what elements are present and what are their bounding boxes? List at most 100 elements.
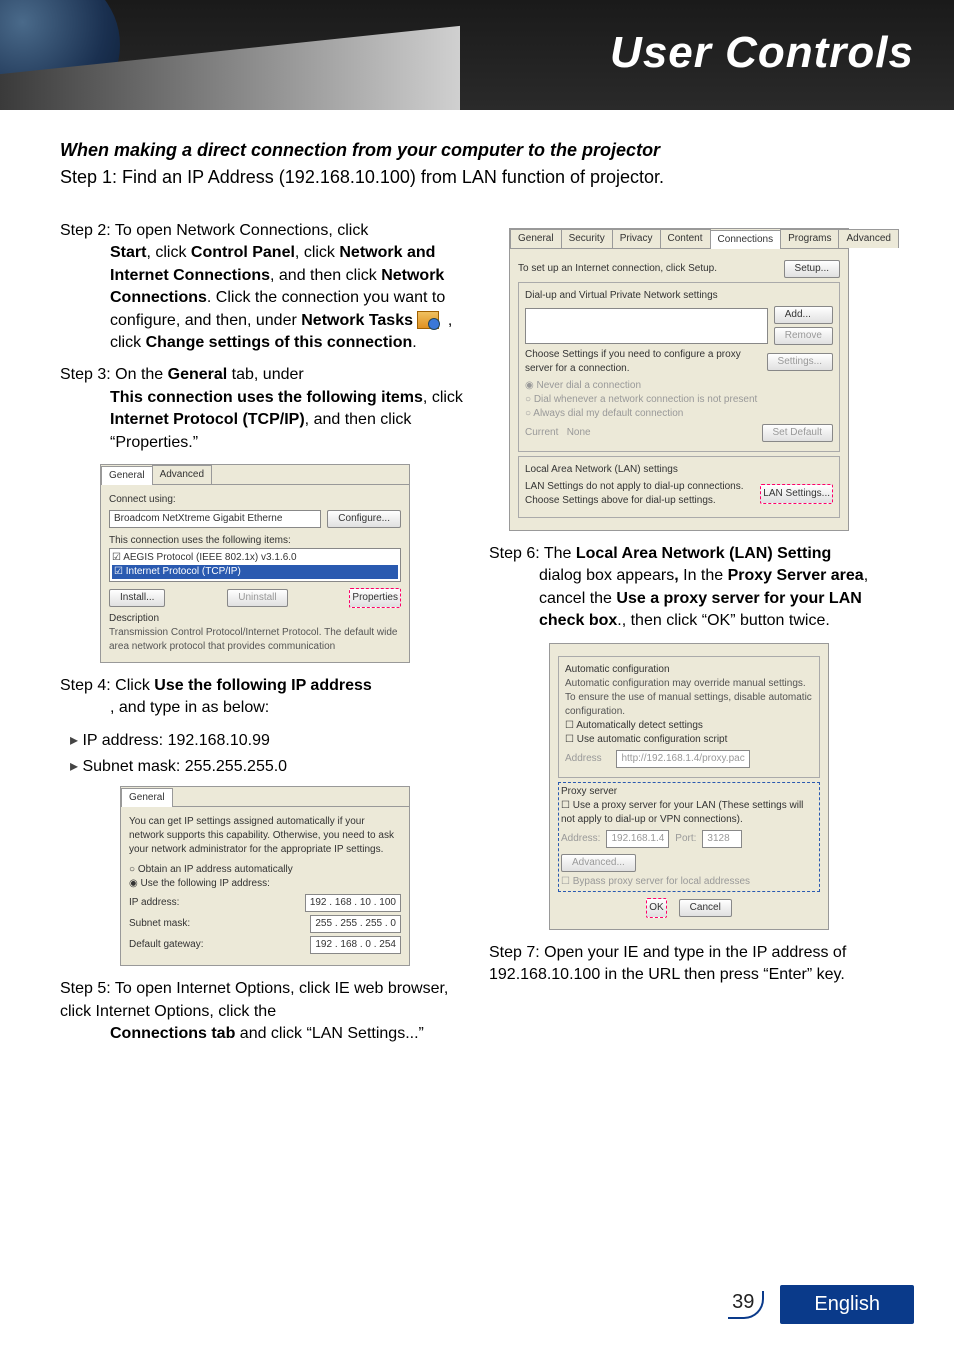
script-addr-label: Address [565, 752, 602, 766]
proxy-port-input[interactable]: 3128 [702, 830, 742, 848]
radio-always-dial[interactable]: Always dial my default connection [525, 407, 833, 421]
left-column: Step 2: To open Network Connections, cli… [60, 220, 465, 1056]
step-7: Step 7: Open your IE and type in the IP … [489, 942, 894, 987]
right-column: General Security Privacy Content Connect… [489, 220, 894, 1056]
step2-text: Step 2: To open Network Connections, cli… [60, 222, 368, 239]
label-gateway: Default gateway: [129, 938, 204, 952]
autoconf-label: Automatic configuration [565, 663, 813, 677]
cancel-button[interactable]: Cancel [679, 899, 732, 917]
input-gateway[interactable]: 192 . 168 . 0 . 254 [310, 936, 401, 954]
tab-io-advanced[interactable]: Advanced [838, 229, 898, 248]
step7-text: Step 7: Open your IE and type in the IP … [489, 944, 846, 983]
add-button[interactable]: Add... [774, 306, 833, 324]
step3-lead: Step 3: On the [60, 366, 168, 383]
check-detect[interactable]: Automatically detect settings [565, 719, 813, 733]
label-mask: Subnet mask: [129, 917, 190, 931]
step-4: Step 4: Click Use the following IP addre… [60, 675, 465, 720]
language-badge: English [780, 1285, 914, 1324]
ip-help-text: You can get IP settings assigned automat… [129, 815, 401, 857]
t: , click [295, 244, 339, 261]
radio-dial-when[interactable]: Dial whenever a network connection is no… [525, 393, 833, 407]
check-script[interactable]: Use automatic configuration script [565, 733, 813, 747]
screenshot-internet-options: General Security Privacy Content Connect… [509, 228, 849, 531]
t: . [412, 334, 416, 351]
step5-tail: and click “LAN Settings...” [235, 1025, 424, 1042]
label-connect-using: Connect using: [109, 493, 401, 507]
install-button[interactable]: Install... [109, 589, 165, 607]
description-text: Transmission Control Protocol/Internet P… [109, 626, 401, 654]
properties-button[interactable]: Properties [349, 588, 401, 608]
adapter-field[interactable]: Broadcom NetXtreme Gigabit Etherne [109, 510, 321, 528]
t: , click [146, 244, 190, 261]
radio-never-dial[interactable]: Never dial a connection [525, 379, 833, 393]
current-none: None [567, 427, 591, 438]
tab-general-ip[interactable]: General [121, 788, 173, 807]
setup-button[interactable]: Setup... [784, 260, 840, 278]
tab-general[interactable]: General [101, 466, 153, 485]
tab-io-content[interactable]: Content [660, 229, 711, 248]
bullet-ip: IP address: 192.168.10.99 [60, 730, 465, 752]
remove-button[interactable]: Remove [774, 327, 833, 345]
choose-text: Choose Settings if you need to configure… [525, 348, 761, 376]
uninstall-button[interactable]: Uninstall [227, 589, 287, 607]
t: , and then click [270, 267, 381, 284]
kw-use-ip: Use the following IP address [154, 677, 372, 694]
check-bypass[interactable]: Bypass proxy server for local addresses [561, 875, 817, 889]
kw-network-tasks: Network Tasks [301, 312, 413, 329]
kw-general: General [168, 366, 228, 383]
t: dialog box appears [539, 567, 674, 584]
autoconf-text: Automatic configuration may override man… [565, 677, 813, 719]
t: ., then click “OK” button twice. [617, 612, 830, 629]
settings-button[interactable]: Settings... [767, 353, 833, 371]
dialup-list[interactable] [525, 308, 768, 344]
step-2: Step 2: To open Network Connections, cli… [60, 220, 465, 354]
intro-step1: Step 1: Find an IP Address (192.168.10.1… [60, 167, 894, 188]
kw-connections-tab: Connections tab [110, 1025, 235, 1042]
item-tcpip[interactable]: Internet Protocol (TCP/IP) [112, 565, 398, 579]
advanced-button[interactable]: Advanced... [561, 854, 636, 872]
step6-lead: Step 6: The [489, 545, 576, 562]
step4-tail: , and type in as below: [110, 699, 269, 716]
step5-lead: Step 5: To open Internet Options, click … [60, 980, 448, 1019]
tab-io-programs[interactable]: Programs [780, 229, 839, 248]
kw-lan-setting: Local Area Network (LAN) Setting [576, 545, 831, 562]
label-uses-items: This connection uses the following items… [109, 534, 401, 548]
screenshot-lan-settings: Automatic configuration Automatic config… [549, 643, 829, 930]
input-mask[interactable]: 255 . 255 . 255 . 0 [310, 915, 401, 933]
proxy-label: Proxy server [561, 785, 817, 799]
current-label: Current [525, 427, 558, 438]
configure-button[interactable]: Configure... [327, 510, 401, 528]
kw-control-panel: Control Panel [191, 244, 295, 261]
bullet-mask: Subnet mask: 255.255.255.0 [60, 756, 465, 778]
proxy-port-label: Port: [675, 832, 696, 846]
ok-button[interactable]: OK [646, 898, 666, 918]
check-use-proxy[interactable]: Use a proxy server for your LAN (These s… [561, 799, 817, 827]
kw-proxy-area: Proxy Server area [728, 567, 864, 584]
kw-conn-items: This connection uses the following items [110, 389, 423, 406]
page-footer: 39 English [728, 1285, 914, 1324]
item-aegis[interactable]: AEGIS Protocol (IEEE 802.1x) v3.1.6.0 [112, 551, 398, 565]
items-listbox[interactable]: AEGIS Protocol (IEEE 802.1x) v3.1.6.0 In… [109, 548, 401, 582]
tab-io-connections[interactable]: Connections [710, 230, 782, 249]
set-default-button[interactable]: Set Default [762, 424, 833, 442]
lan-settings-button[interactable]: LAN Settings... [760, 484, 833, 504]
step-3: Step 3: On the General tab, under This c… [60, 364, 465, 454]
radio-auto-ip[interactable]: Obtain an IP address automatically [129, 863, 401, 877]
radio-use-ip[interactable]: Use the following IP address: [129, 877, 401, 891]
tab-advanced[interactable]: Advanced [152, 465, 212, 484]
script-addr-input[interactable]: http://192.168.1.4/proxy.pac [616, 750, 749, 768]
t: tab, under [227, 366, 304, 383]
input-ip[interactable]: 192 . 168 . 10 . 100 [305, 894, 401, 912]
setup-text: To set up an Internet connection, click … [518, 262, 778, 276]
intro-heading: When making a direct connection from you… [60, 140, 894, 161]
page-title: User Controls [610, 28, 914, 78]
label-ip: IP address: [129, 896, 179, 910]
tab-io-security[interactable]: Security [561, 229, 613, 248]
page-number: 39 [732, 1291, 754, 1313]
step-6: Step 6: The Local Area Network (LAN) Set… [489, 543, 894, 633]
proxy-addr-input[interactable]: 192.168.1.4 [606, 830, 669, 848]
tab-io-general[interactable]: General [510, 229, 562, 248]
lan-text: LAN Settings do not apply to dial-up con… [525, 480, 754, 508]
tab-io-privacy[interactable]: Privacy [612, 229, 661, 248]
network-tasks-icon [417, 311, 439, 329]
